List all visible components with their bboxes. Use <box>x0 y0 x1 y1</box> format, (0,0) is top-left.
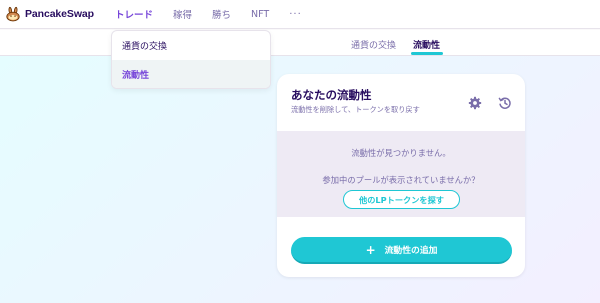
main-menu: トレード 稼得 勝ち NFT ··· <box>115 7 302 22</box>
page-title: あなたの流動性 <box>291 88 372 102</box>
subnav-tab-liquidity[interactable]: 流動性 <box>413 38 440 51</box>
dropdown-item-swap[interactable]: 通貨の交換 <box>112 31 270 60</box>
logo[interactable]: PancakeSwap <box>5 6 94 22</box>
nav-nft[interactable]: NFT <box>251 9 269 20</box>
nav-more-icon[interactable]: ··· <box>289 9 302 20</box>
liquidity-list-area: 流動性が見つかりません。 参加中のプールが表示されていませんか？ 他のLPトーク… <box>277 131 525 217</box>
missing-pools-prompt: 参加中のプールが表示されていませんか？ <box>322 175 480 185</box>
trade-dropdown-menu: 通貨の交換 流動性 <box>111 30 271 89</box>
find-lp-tokens-button[interactable]: 他のLPトークンを探す <box>343 190 460 209</box>
gear-icon[interactable] <box>468 95 482 110</box>
add-liquidity-label: 流動性の追加 <box>384 246 438 256</box>
nav-win[interactable]: 勝ち <box>212 7 231 21</box>
sub-navigation: 通貨の交換 流動性 <box>0 30 600 56</box>
plus-icon: + <box>365 242 376 257</box>
bunny-logo-icon <box>5 6 21 22</box>
dropdown-item-liquidity[interactable]: 流動性 <box>112 60 270 88</box>
nav-earn[interactable]: 稼得 <box>173 7 192 21</box>
active-tab-indicator <box>411 52 443 55</box>
nav-trade[interactable]: トレード <box>115 7 153 21</box>
liquidity-card: あなたの流動性 流動性を削除して、トークンを取り戻す 流動性が見つかりません。 … <box>277 74 525 277</box>
subnav-tab-swap[interactable]: 通貨の交換 <box>351 38 396 51</box>
brand-name: PancakeSwap <box>25 8 94 20</box>
no-liquidity-message: 流動性が見つかりません。 <box>351 148 451 158</box>
page-subtitle: 流動性を削除して、トークンを取り戻す <box>291 105 420 114</box>
top-navigation-bar: PancakeSwap トレード 稼得 勝ち NFT ··· <box>0 0 600 29</box>
history-icon[interactable] <box>498 95 512 109</box>
add-liquidity-button[interactable]: + 流動性の追加 <box>291 237 512 264</box>
